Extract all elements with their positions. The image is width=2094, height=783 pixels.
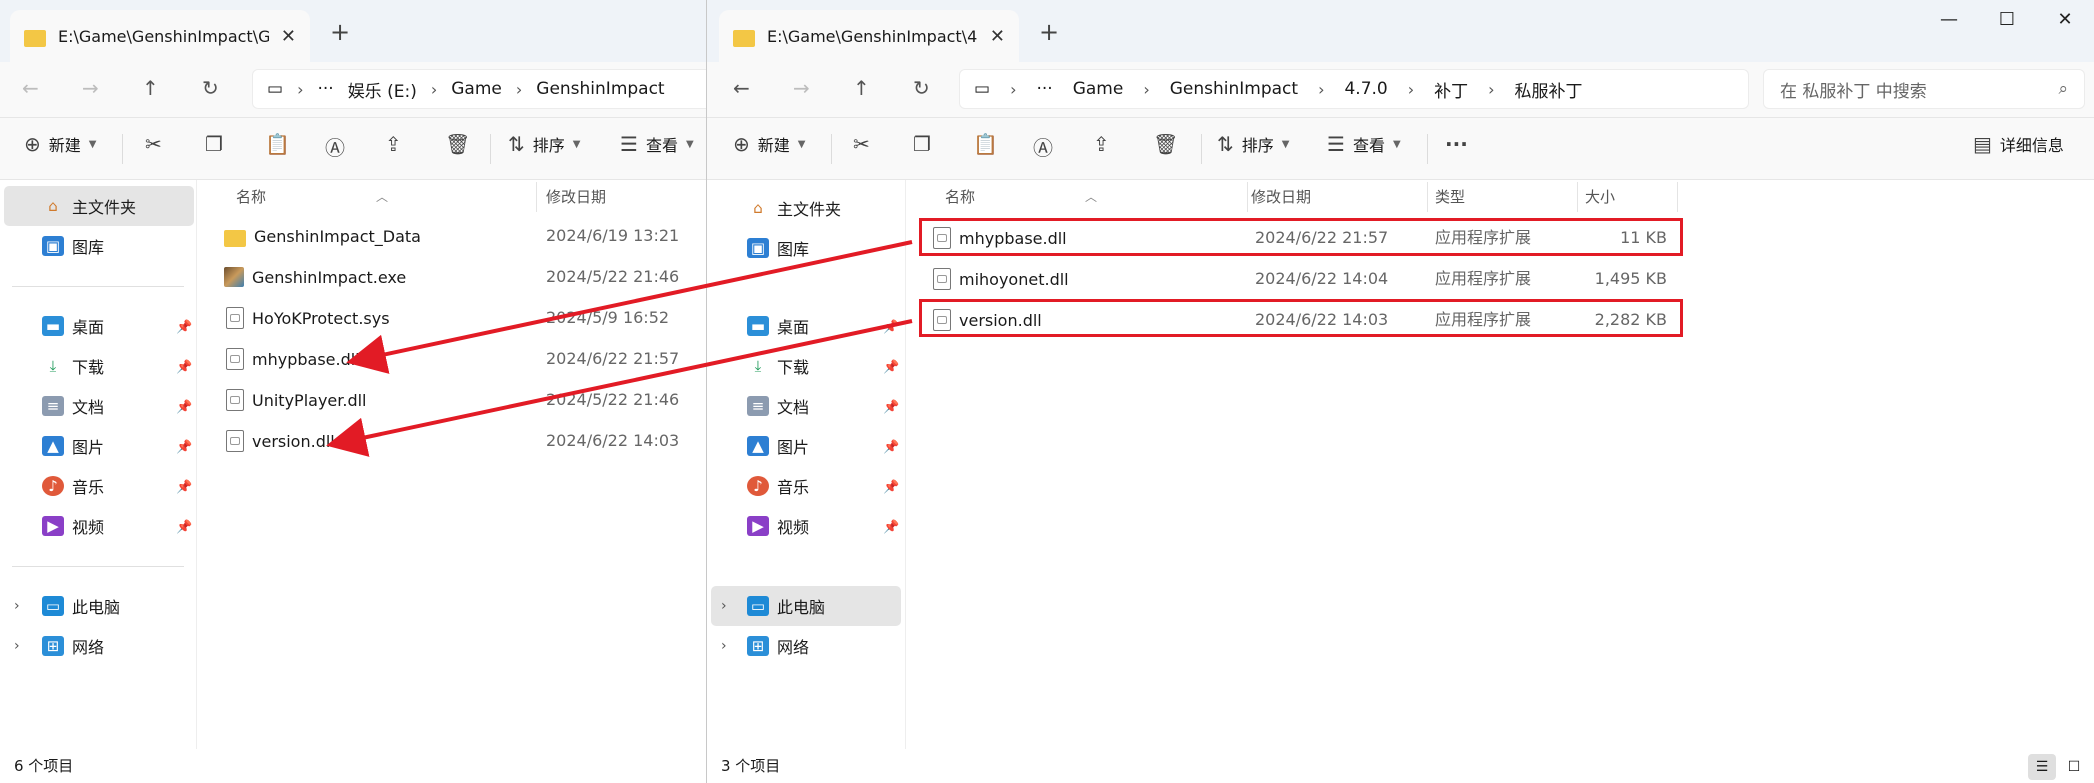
arrow-version <box>326 319 913 457</box>
annotation-arrows <box>326 240 913 457</box>
arrow-mhypbase <box>346 240 913 374</box>
